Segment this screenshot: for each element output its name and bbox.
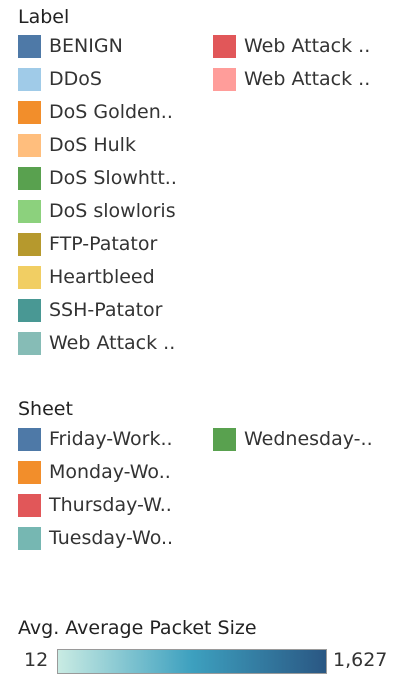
legend-item-label: DoS Slowhtt..: [49, 167, 177, 189]
label-legend-title: Label: [18, 6, 70, 28]
legend-item[interactable]: DoS Slowhtt..: [18, 162, 213, 195]
sheet-legend-title: Sheet: [18, 398, 73, 420]
legend-item[interactable]: Heartbleed: [18, 261, 213, 294]
color-swatch: [18, 35, 41, 58]
color-swatch: [18, 233, 41, 256]
legend-item[interactable]: FTP-Patator: [18, 228, 213, 261]
legend-item-label: Heartbleed: [49, 266, 155, 288]
color-swatch: [18, 266, 41, 289]
color-swatch: [18, 200, 41, 223]
color-swatch: [213, 35, 236, 58]
color-swatch: [213, 68, 236, 91]
color-swatch: [18, 101, 41, 124]
legend-item-label: DDoS: [49, 68, 102, 90]
gradient-max-value: 1,627: [333, 649, 388, 671]
legend-item-label: DoS Golden..: [49, 101, 173, 123]
legend-item-label: BENIGN: [49, 35, 123, 57]
legend-item-label: Wednesday-..: [244, 428, 373, 450]
color-swatch: [213, 428, 236, 451]
sheet-legend-items: Friday-Work.. Monday-Wo.. Thursday-W.. T…: [18, 423, 395, 555]
legend-item-label: SSH-Patator: [49, 299, 163, 321]
legend-item-label: DoS slowloris: [49, 200, 176, 222]
color-swatch: [18, 134, 41, 157]
legend-item[interactable]: Monday-Wo..: [18, 456, 213, 489]
legend-item-label: Friday-Work..: [49, 428, 173, 450]
legend-item-label: FTP-Patator: [49, 233, 158, 255]
color-swatch: [18, 68, 41, 91]
color-swatch: [18, 527, 41, 550]
color-swatch: [18, 332, 41, 355]
legend-item[interactable]: DoS Hulk: [18, 129, 213, 162]
color-swatch: [18, 428, 41, 451]
legend-item[interactable]: Web Attack ..: [213, 63, 395, 96]
legend-item-label: Web Attack ..: [49, 332, 176, 354]
legend-item-label: Monday-Wo..: [49, 461, 171, 483]
legend-item[interactable]: SSH-Patator: [18, 294, 213, 327]
legend-item[interactable]: Thursday-W..: [18, 489, 213, 522]
legend-item[interactable]: Wednesday-..: [213, 423, 395, 456]
legend-item-label: Web Attack ..: [244, 68, 371, 90]
color-swatch: [18, 461, 41, 484]
legend-item[interactable]: DoS Golden..: [18, 96, 213, 129]
legend-item-label: DoS Hulk: [49, 134, 136, 156]
legend-item[interactable]: DDoS: [18, 63, 213, 96]
legend-item-label: Web Attack ..: [244, 35, 371, 57]
legend-item[interactable]: Tuesday-Wo..: [18, 522, 213, 555]
gradient-bar: [57, 649, 327, 674]
color-swatch: [18, 167, 41, 190]
color-swatch: [18, 299, 41, 322]
legend-item[interactable]: Friday-Work..: [18, 423, 213, 456]
color-swatch: [18, 494, 41, 517]
gradient-legend-title: Avg. Average Packet Size: [18, 617, 257, 639]
legend-item-label: Thursday-W..: [49, 494, 172, 516]
legend-item[interactable]: Web Attack ..: [213, 30, 395, 63]
legend-item[interactable]: BENIGN: [18, 30, 213, 63]
label-legend-items: BENIGN DDoS DoS Golden.. DoS Hulk DoS Sl…: [18, 30, 395, 360]
legend-item[interactable]: Web Attack ..: [18, 327, 213, 360]
legend-item[interactable]: DoS slowloris: [18, 195, 213, 228]
gradient-row: 12 1,627: [0, 649, 395, 675]
legend-item-label: Tuesday-Wo..: [49, 527, 174, 549]
gradient-min-value: 12: [24, 649, 49, 671]
